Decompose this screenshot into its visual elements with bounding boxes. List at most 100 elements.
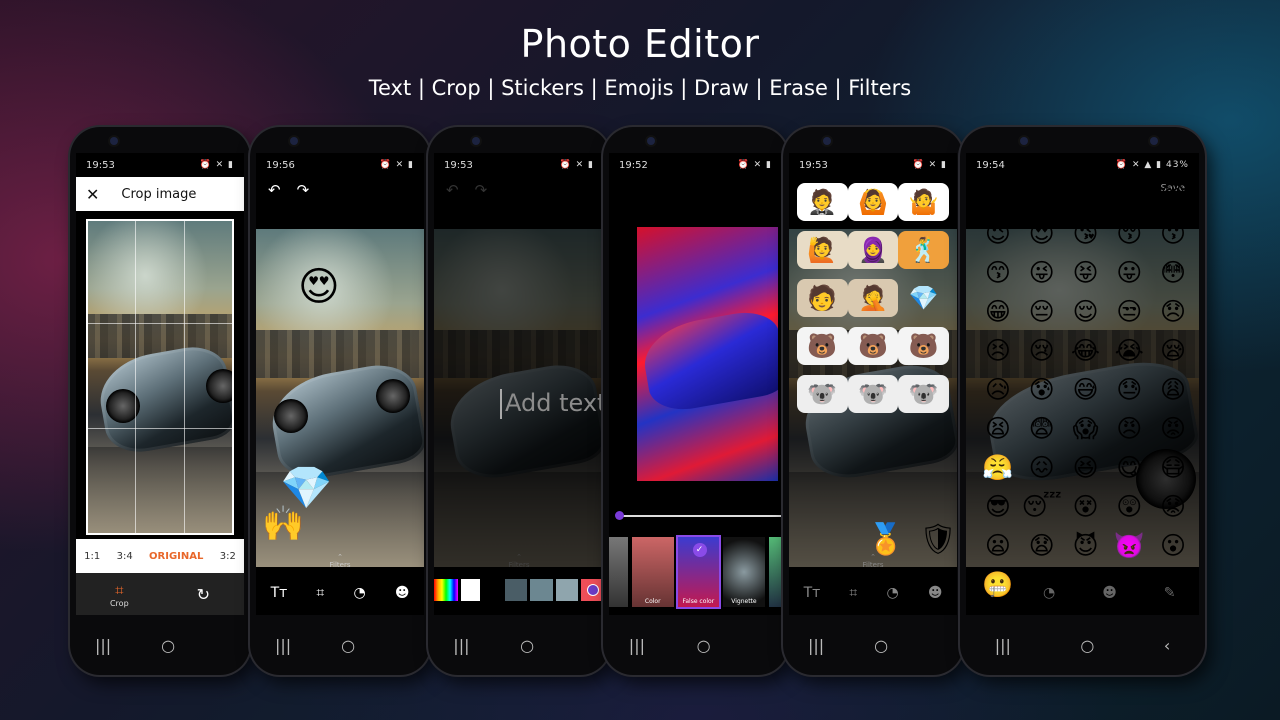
emoji-item[interactable]: 😭	[1107, 337, 1151, 364]
undo-icon[interactable]: ↶	[268, 181, 281, 199]
sticker-item[interactable]: 🐨	[847, 375, 899, 413]
text-tool-icon[interactable]: Tт	[804, 585, 821, 601]
badge-sticker[interactable]: 🏅	[867, 525, 904, 555]
emoji-item[interactable]: 😙	[976, 259, 1020, 286]
emoji-item[interactable]: 😌	[1064, 298, 1108, 325]
intensity-slider[interactable]	[615, 511, 782, 520]
raised-hands-sticker[interactable]: 🙌	[262, 507, 304, 541]
emoji-item[interactable]: 😞	[1151, 298, 1195, 325]
emoji-item[interactable]: 😷	[1151, 454, 1195, 481]
brush-tool-icon[interactable]: ◔	[353, 585, 365, 601]
shield-sticker[interactable]: 🛡	[919, 525, 957, 555]
nav-recents-icon[interactable]: |||	[275, 636, 291, 655]
emoji-item[interactable]: 😣	[976, 337, 1020, 364]
emoji-item[interactable]: 😵	[1064, 493, 1108, 520]
text-tool-icon[interactable]: Tт	[271, 585, 288, 601]
redo-icon[interactable]: ↷	[297, 181, 310, 199]
nav-recents-icon[interactable]: |||	[95, 636, 111, 655]
emoji-item[interactable]: 😜	[1020, 259, 1064, 286]
black-swatch[interactable]	[483, 579, 502, 601]
nav-home-icon[interactable]: ○	[1080, 636, 1094, 655]
slider-thumb[interactable]	[615, 511, 624, 520]
emoji-item[interactable]: 😒	[1107, 298, 1151, 325]
emoji-item[interactable]: 😋	[1107, 454, 1151, 481]
undo-icon[interactable]: ↶	[446, 181, 459, 199]
nav-home-icon[interactable]: ○	[341, 636, 355, 655]
emoji-item[interactable]: 😲	[1107, 493, 1151, 520]
filter-thumb-vignette[interactable]: Vignette	[723, 537, 765, 607]
brush-tool-icon[interactable]: ◔	[1043, 585, 1055, 601]
emoji-item[interactable]: 😰	[1020, 376, 1064, 403]
emoji-item[interactable]: 😈	[1064, 532, 1108, 559]
emoji-item[interactable]: 👿	[1107, 532, 1151, 559]
emoji-item[interactable]: 😡	[1151, 415, 1195, 442]
rainbow-swatch[interactable]	[434, 579, 459, 601]
nav-recents-icon[interactable]: |||	[808, 636, 824, 655]
emoji-item[interactable]: 😦	[976, 532, 1020, 559]
nav-home-icon[interactable]: ○	[697, 636, 711, 655]
emoji-item[interactable]: 😓	[1107, 376, 1151, 403]
filters-tab[interactable]: ⌃ Filters	[789, 553, 957, 569]
emoji-item[interactable]: 😁	[976, 298, 1020, 325]
emoji-item[interactable]: 😊	[1151, 181, 1195, 208]
emoji-item[interactable]: 😮	[1151, 532, 1195, 559]
gray-swatch[interactable]	[504, 579, 528, 601]
emoji-item[interactable]: 😉	[976, 220, 1020, 247]
mic-tool-icon[interactable]: ♩	[989, 585, 996, 601]
heart-eyes-emoji-sticker[interactable]: 😍	[298, 267, 340, 307]
emoji-item[interactable]: 😩	[1151, 376, 1195, 403]
emoji-item[interactable]: 😪	[1151, 337, 1195, 364]
emoji-item[interactable]: 😳	[1151, 259, 1195, 286]
add-text-input[interactable]: Add text	[500, 389, 604, 419]
nav-back-icon[interactable]: ‹	[1164, 636, 1170, 655]
emoji-item[interactable]: 😝	[1064, 259, 1108, 286]
emoji-item[interactable]: 😅	[1064, 376, 1108, 403]
sticker-item[interactable]: 🤷	[898, 183, 949, 221]
crop-tool-icon[interactable]: ⌗	[316, 585, 324, 601]
emoji-item[interactable]: 😢	[1020, 337, 1064, 364]
filter-thumb-color[interactable]: Color	[631, 537, 674, 607]
emoji-item[interactable]: 😘	[1064, 220, 1108, 247]
emoji-item[interactable]: 😄	[1064, 181, 1108, 208]
emoji-item[interactable]: 😥	[976, 376, 1020, 403]
filter-thumb[interactable]	[768, 537, 782, 607]
emoji-item[interactable]: 😖	[1020, 454, 1064, 481]
red-swatch-selected[interactable]	[581, 579, 604, 601]
sticker-item[interactable]: 🤦	[847, 279, 899, 317]
emoji-item[interactable]: 😗	[1151, 220, 1195, 247]
filters-tab[interactable]: ⌃ Filters	[256, 553, 424, 569]
emoji-item[interactable]: 😚	[1107, 220, 1151, 247]
emoji-item[interactable]: 😠	[1107, 415, 1151, 442]
emoji-item[interactable]: 😧	[1020, 532, 1064, 559]
sticker-item[interactable]: 🧑	[797, 279, 848, 317]
crop-frame[interactable]	[86, 219, 234, 535]
filter-thumb[interactable]	[609, 537, 628, 607]
emoji-item[interactable]: 😟	[1151, 493, 1195, 520]
ratio-option[interactable]: 3:4	[117, 551, 133, 562]
emoji-tool-icon[interactable]: ☻	[1102, 585, 1117, 601]
white-swatch[interactable]	[461, 579, 481, 601]
filter-thumb-false-color-selected[interactable]: ✓ False color	[675, 535, 722, 609]
emoji-item[interactable]: 😱	[1064, 415, 1108, 442]
sticker-item[interactable]: 💎	[898, 279, 949, 317]
emoji-item[interactable]: 😔	[1020, 298, 1064, 325]
slate-swatch[interactable]	[530, 579, 553, 601]
emoji-item[interactable]: 😎	[976, 493, 1020, 520]
ratio-option[interactable]: 3:2	[220, 551, 236, 562]
emoji-item[interactable]: 😛	[1107, 259, 1151, 286]
nav-recents-icon[interactable]: |||	[453, 636, 469, 655]
sticker-item[interactable]: 🐻	[898, 327, 949, 365]
sticker-item[interactable]: 🙋	[797, 231, 848, 269]
sticker-item[interactable]: 🐨	[898, 375, 949, 413]
sticker-item[interactable]: 🐻	[847, 327, 899, 365]
nav-home-icon[interactable]: ○	[161, 636, 175, 655]
nav-recents-icon[interactable]: |||	[629, 636, 645, 655]
sticker-item[interactable]: 🧕	[847, 231, 899, 269]
sticker-item[interactable]: 🐨	[797, 375, 848, 413]
light-slate-swatch[interactable]	[555, 579, 579, 601]
crop-button[interactable]: ⌗ Crop	[110, 581, 129, 608]
crop-tool-icon[interactable]: ⌗	[849, 585, 857, 601]
emoji-tool-icon[interactable]: ☻	[395, 585, 410, 601]
nav-recents-icon[interactable]: |||	[995, 636, 1011, 655]
sticker-item[interactable]: 🐻	[797, 327, 848, 365]
